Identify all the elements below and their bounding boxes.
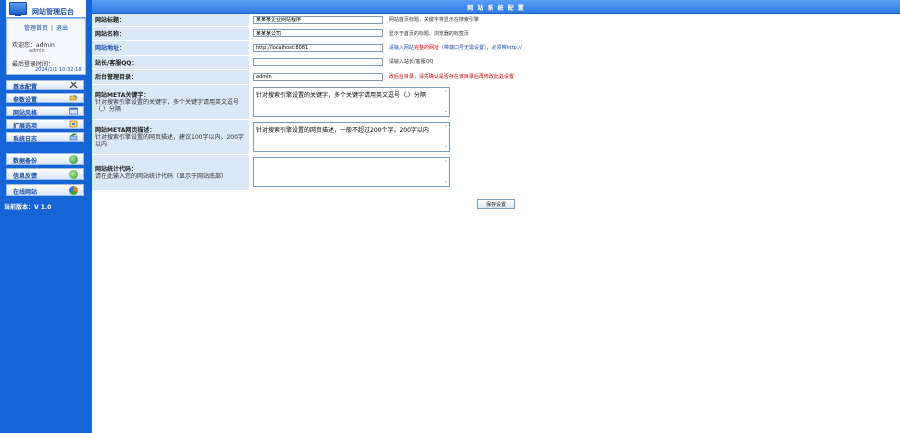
menu-label: 扩展选项 xyxy=(13,123,38,130)
admin-dir-label: 后台管理目录： xyxy=(92,69,249,85)
menu-data-backup[interactable]: 数据备份 xyxy=(6,153,84,165)
description-cell: 针对搜索引擎设置的网页描述，一般不超过200个字，200字以内 ⌃ ⌄ xyxy=(249,119,900,155)
admin-dir-hint: 改后台目录，请先确认是否存在该目录后再修改此处设置 xyxy=(388,73,514,80)
config-form: 网站标题： 网站首页标题，关键字将显示在搜索引擎 网站名称： 显示于首页的标题、… xyxy=(92,14,900,191)
recycle-icon xyxy=(69,186,78,195)
stats-code-subtext: 请在此输入您的网站统计代码（显示于网站底部） xyxy=(95,173,228,180)
site-url-label: 网站地址： xyxy=(92,40,249,56)
box-icon xyxy=(69,120,78,128)
logo: 网站管理后台 xyxy=(6,0,86,18)
menu-label: 信息反馈 xyxy=(13,173,38,180)
user-info-panel: 管理首页 | 退出 欢迎您：admin admin 最后登录时间： 2024/1/1… xyxy=(6,18,86,75)
stats-code-wrap: ⌃ ⌄ xyxy=(253,157,450,187)
globe-icon xyxy=(69,155,78,164)
tools-icon xyxy=(69,81,78,89)
monitor-icon xyxy=(9,2,27,16)
keywords-label: 网站META关键字： xyxy=(95,92,150,99)
description-textarea[interactable]: 针对搜索引擎设置的网页描述，一般不超过200个字，200字以内 xyxy=(253,121,450,152)
last-login-time: 2024/1/1 10:32:18 xyxy=(35,67,82,73)
window-icon xyxy=(69,107,78,115)
menu-label: 网站风格 xyxy=(13,110,38,117)
site-url-hint-prefix: 请输入网站 xyxy=(388,44,414,51)
keywords-cell: 针对搜索引擎设置的关键字，多个关键字请用英文逗号（,）分隔 ⌃ ⌄ xyxy=(249,84,900,120)
menu-label: 系统日志 xyxy=(13,136,38,143)
form-row-site-url: 网站地址： 请输入网站完整的网址（带端口号无需设置），必须带http:// xyxy=(92,40,900,56)
keywords-textarea[interactable]: 针对搜索引擎设置的关键字，多个关键字请用英文逗号（,）分隔 xyxy=(253,86,450,117)
scrollbar[interactable]: ⌃ ⌄ xyxy=(443,90,449,118)
keywords-subtext: 针对搜索引擎设置的关键字，多个关键字请用英文逗号（,）分隔 xyxy=(95,99,240,113)
description-label: 网站META网页描述： xyxy=(95,127,156,134)
qq-cell: 请输入站长/客服QQ xyxy=(249,55,900,70)
pencil-icon xyxy=(69,94,78,102)
admin-dir-cell: 改后台目录，请先确认是否存在该目录后再修改此处设置 xyxy=(249,69,900,85)
scrollbar[interactable]: ⌃ ⌄ xyxy=(443,125,449,153)
admin-dir-input[interactable] xyxy=(253,72,383,81)
menu-label: 在线网站 xyxy=(13,189,38,196)
description-subtext: 针对搜索引擎设置的网页描述，建议100字以内，200字以内 xyxy=(95,134,244,148)
site-url-hint-red: 完整的网址 xyxy=(413,44,439,51)
form-row-site-name: 网站名称： 显示于首页的标题、浏览器的标签页 xyxy=(92,26,900,41)
form-row-description: 网站META网页描述： 针对搜索引擎设置的网页描述，建议100字以内，200字以… xyxy=(92,119,900,155)
form-row-qq: 站长/客服QQ： 请输入站长/客服QQ xyxy=(92,55,900,70)
site-name-hint: 显示于首页的标题、浏览器的标签页 xyxy=(388,30,469,37)
qq-label: 站长/客服QQ： xyxy=(92,55,249,70)
menu-label: 数据备份 xyxy=(13,158,38,165)
user-links: 管理首页 | 退出 xyxy=(7,23,85,32)
form-row-site-title: 网站标题： 网站首页标题，关键字将显示在搜索引擎 xyxy=(92,14,900,27)
form-row-keywords: 网站META关键字： 针对搜索引擎设置的关键字，多个关键字请用英文逗号（,）分隔… xyxy=(92,84,900,120)
site-url-hint: 请输入网站完整的网址（带端口号无需设置），必须带http:// xyxy=(389,45,522,51)
site-title-cell: 网站首页标题，关键字将显示在搜索引擎 xyxy=(249,14,900,27)
version-text: 当前版本：V 1.0 xyxy=(4,204,52,211)
site-title-label: 网站标题： xyxy=(92,14,249,27)
form-row-stats-code: 网站统计代码： 请在此输入您的网站统计代码（显示于网站底部） ⌃ ⌄ xyxy=(92,154,900,191)
logo-text: 网站管理后台 xyxy=(32,8,74,16)
qq-hint: 请输入站长/客服QQ xyxy=(388,59,434,65)
menu-style[interactable]: 网站风格 xyxy=(6,106,84,117)
menu-params[interactable]: 参数设置 xyxy=(6,93,84,104)
keywords-wrap: 针对搜索引擎设置的关键字，多个关键字请用英文逗号（,）分隔 ⌃ ⌄ xyxy=(253,86,450,118)
stats-code-cell: ⌃ ⌄ xyxy=(249,154,900,191)
scrollbar[interactable]: ⌃ ⌄ xyxy=(443,160,449,188)
stats-code-label-cell: 网站统计代码： 请在此输入您的网站统计代码（显示于网站底部） xyxy=(92,154,249,191)
stats-code-label: 网站统计代码： xyxy=(95,166,138,173)
menu-basic-config[interactable]: 基本配置 xyxy=(6,80,84,91)
qq-input[interactable] xyxy=(253,58,383,66)
site-url-hint-mid: （带端口号无需设置）， xyxy=(438,44,492,51)
people-icon xyxy=(69,170,78,179)
menu-logs[interactable]: 系统日志 xyxy=(6,132,84,143)
description-label-cell: 网站META网页描述： 针对搜索引擎设置的网页描述，建议100字以内，200字以… xyxy=(92,119,249,155)
menu-online-site[interactable]: 在线网站 xyxy=(6,184,84,196)
site-url-cell: 请输入网站完整的网址（带端口号无需设置），必须带http:// xyxy=(249,40,900,56)
menu-label: 基本配置 xyxy=(13,84,38,91)
link-separator: | xyxy=(50,25,54,32)
site-title-hint: 网站首页标题，关键字将显示在搜索引擎 xyxy=(388,17,479,24)
site-name-cell: 显示于首页的标题、浏览器的标签页 xyxy=(249,26,900,41)
username-value: admin xyxy=(29,48,45,54)
description-wrap: 针对搜索引擎设置的网页描述，一般不超过200个字，200字以内 ⌃ ⌄ xyxy=(253,121,450,153)
site-url-hint-suffix: 必须带http:// xyxy=(491,44,522,51)
form-row-admin-dir: 后台管理目录： 改后台目录，请先确认是否存在该目录后再修改此处设置 xyxy=(92,69,900,85)
menu-extensions[interactable]: 扩展选项 xyxy=(6,119,84,130)
menu-feedback[interactable]: 信息反馈 xyxy=(6,168,84,180)
site-url-input[interactable] xyxy=(253,43,383,52)
page-header: 网 站 系 统 配 置 xyxy=(92,0,900,14)
log-icon xyxy=(69,133,78,141)
sidebar: 网站管理后台 管理首页 | 退出 欢迎您：admin admin 最后登录时间： 2… xyxy=(0,0,92,433)
home-link[interactable]: 管理首页 xyxy=(24,25,48,32)
logout-link[interactable]: 退出 xyxy=(56,25,68,32)
page-title: 网 站 系 统 配 置 xyxy=(467,5,525,12)
keywords-label-cell: 网站META关键字： 针对搜索引擎设置的关键字，多个关键字请用英文逗号（,）分隔 xyxy=(92,84,249,120)
save-button[interactable]: 保存设置 xyxy=(477,199,515,209)
site-name-label: 网站名称： xyxy=(92,26,249,41)
menu-label: 参数设置 xyxy=(13,97,38,104)
site-title-input[interactable] xyxy=(253,15,383,24)
stats-code-textarea[interactable] xyxy=(253,157,450,187)
site-name-input[interactable] xyxy=(253,29,383,37)
